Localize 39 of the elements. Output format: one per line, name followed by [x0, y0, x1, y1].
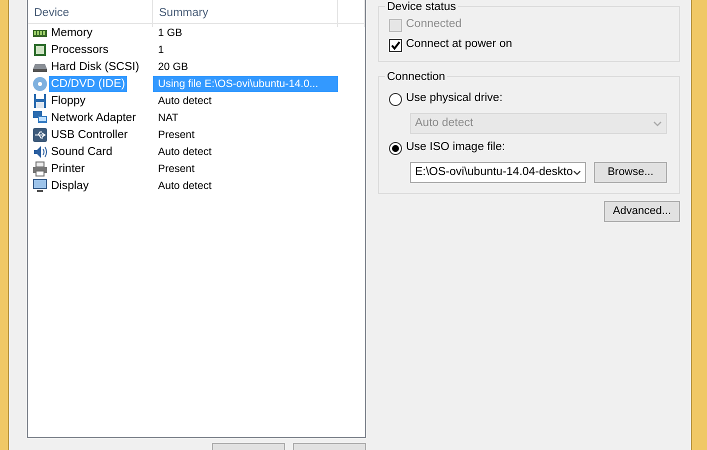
checkbox-label[interactable]: Connect at power on	[406, 36, 512, 54]
device-summary: Using file E:\OS-ovi\ubuntu-14.0...	[153, 76, 338, 92]
checkbox[interactable]	[389, 38, 402, 52]
advanced-button[interactable]: Advanced...	[604, 201, 680, 222]
device-summary: NAT	[157, 110, 180, 126]
device-name[interactable]: Printer	[49, 160, 87, 176]
device-name[interactable]: Floppy	[49, 92, 88, 108]
device-name[interactable]: Network Adapter	[49, 110, 138, 126]
device-name[interactable]: Processors	[49, 42, 111, 58]
device-name[interactable]: Sound Card	[49, 144, 114, 160]
device-name[interactable]: Memory	[49, 24, 95, 40]
disc-icon	[32, 76, 48, 92]
dropdown-field[interactable]: E:\OS-ovi\ubuntu-14.04-deskto	[410, 162, 586, 183]
radio-button[interactable]	[389, 142, 402, 154]
device-summary: Auto detect	[157, 94, 213, 108]
device-summary: Present	[157, 128, 196, 142]
device-summary: Present	[157, 162, 196, 176]
speaker-icon	[32, 144, 48, 160]
device-name[interactable]: Hard Disk (SCSI)	[49, 58, 142, 74]
device-summary: Auto detect	[157, 144, 213, 160]
device-summary: 1	[157, 42, 165, 58]
browse-button[interactable]: Browse...	[594, 162, 667, 183]
radio-label[interactable]: Use ISO image file:	[406, 139, 506, 157]
radio-label[interactable]: Use physical drive:	[406, 90, 503, 108]
printer-icon	[32, 160, 48, 176]
device-name[interactable]: Display	[49, 178, 91, 194]
caret-icon	[653, 120, 662, 126]
processor-icon	[32, 42, 48, 58]
device-summary: 1 GB	[157, 26, 184, 40]
network-icon	[32, 110, 48, 126]
device-name[interactable]: USB Controller	[49, 126, 130, 142]
column-header[interactable]: Summary	[153, 0, 338, 28]
usb-icon	[32, 126, 48, 142]
device-summary: Auto detect	[157, 178, 213, 194]
caret-icon	[572, 170, 581, 176]
radio-button[interactable]	[389, 92, 402, 106]
monitor-icon	[32, 178, 48, 194]
device-summary: 20 GB	[157, 60, 190, 74]
column-header[interactable]: Device	[28, 0, 153, 28]
